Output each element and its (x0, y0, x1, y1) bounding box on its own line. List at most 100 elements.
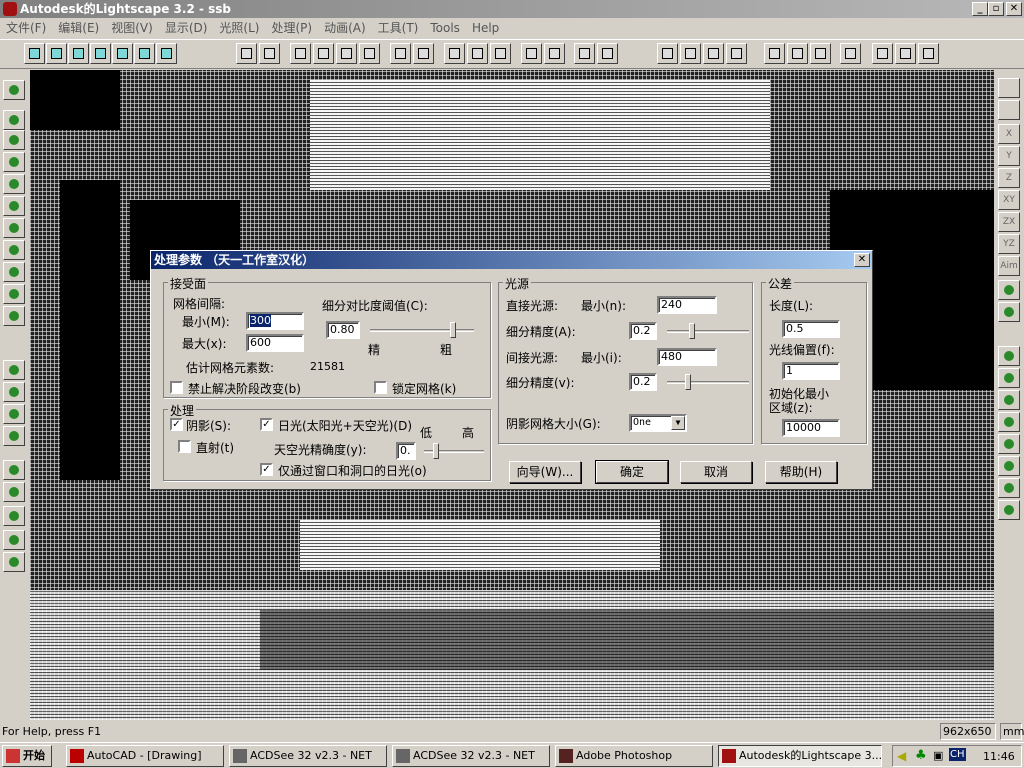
task-lightscape[interactable]: Autodesk的Lightscape 3.... (718, 745, 882, 767)
open-icon[interactable] (24, 43, 45, 64)
disable-solution-change-checkbox[interactable] (170, 381, 183, 394)
axis-aim-button[interactable]: Aim (998, 256, 1020, 276)
right-tool-10-icon[interactable] (998, 500, 1020, 520)
cancel-button[interactable]: 取消 (680, 461, 752, 483)
print-icon[interactable] (872, 43, 893, 64)
shadows-checkbox[interactable]: ✓ (170, 418, 183, 431)
direct-subdivision-input[interactable]: 0.2 (629, 322, 657, 340)
axis-xy-button[interactable]: XY (998, 190, 1020, 210)
right-tool-5-icon[interactable] (998, 390, 1020, 410)
left-tool-2-icon[interactable] (3, 110, 25, 130)
left-tool-15-icon[interactable] (3, 426, 25, 446)
menu-animation[interactable]: 动画(A) (324, 21, 366, 35)
person-icon[interactable] (703, 43, 724, 64)
right-tool-6-icon[interactable] (998, 412, 1020, 432)
run-icon[interactable] (680, 43, 701, 64)
windows-only-daylight-checkbox[interactable]: ✓ (260, 463, 273, 476)
right-tool-8-icon[interactable] (998, 456, 1020, 476)
add-point-icon[interactable] (574, 43, 595, 64)
close-button[interactable]: ✕ (1006, 2, 1022, 16)
ray-offset-input[interactable]: 1 (782, 362, 840, 380)
new-file-icon[interactable] (764, 43, 785, 64)
menu-tools-cn[interactable]: 工具(T) (378, 21, 419, 35)
undo-icon[interactable] (840, 43, 861, 64)
maximize-button[interactable]: ▫ (988, 2, 1004, 16)
left-tool-9-icon[interactable] (3, 262, 25, 282)
right-tool-1-icon[interactable] (998, 280, 1020, 300)
menu-help[interactable]: Help (472, 21, 499, 35)
slider-thumb[interactable] (684, 374, 691, 390)
dropdown-arrow-icon[interactable]: ▼ (671, 416, 685, 430)
volume-icon[interactable]: ◀ (897, 749, 906, 763)
view-front-icon[interactable] (68, 43, 89, 64)
help-icon[interactable] (895, 43, 916, 64)
left-tool-5-icon[interactable] (3, 174, 25, 194)
task-acdsee-2[interactable]: ACDSee 32 v2.3 - NET (392, 745, 550, 767)
minimize-button[interactable]: _ (972, 2, 988, 16)
zoom-window-icon[interactable] (290, 43, 311, 64)
left-tool-19-icon[interactable] (3, 530, 25, 550)
left-tool-14-icon[interactable] (3, 404, 25, 424)
axis-y-button[interactable]: Y (998, 146, 1020, 166)
list-icon[interactable] (521, 43, 542, 64)
right-tool-7-icon[interactable] (998, 434, 1020, 454)
direct-min-input[interactable]: 240 (657, 296, 717, 314)
left-tool-13-icon[interactable] (3, 382, 25, 402)
filter-icon[interactable] (544, 43, 565, 64)
left-tool-4-icon[interactable] (3, 152, 25, 172)
axis-z-button[interactable]: Z (998, 168, 1020, 188)
right-tool-9-icon[interactable] (998, 478, 1020, 498)
point-icon[interactable] (597, 43, 618, 64)
axis-zx-button[interactable]: ZX (998, 212, 1020, 232)
mesh-min-input[interactable]: 300 (246, 312, 304, 330)
network-icon[interactable]: ♣ (915, 748, 927, 763)
light-icon[interactable] (490, 43, 511, 64)
daylight-checkbox[interactable]: ✓ (260, 418, 273, 431)
monitor-icon[interactable]: ▣ (933, 749, 943, 762)
rotate-icon[interactable] (359, 43, 380, 64)
length-input[interactable]: 0.5 (782, 320, 840, 338)
wizard-button[interactable]: 向导(W)... (509, 461, 581, 483)
view-persp-icon[interactable] (156, 43, 177, 64)
material-icon[interactable] (467, 43, 488, 64)
left-tool-18-icon[interactable] (3, 506, 25, 526)
save-icon[interactable] (810, 43, 831, 64)
menu-process[interactable]: 处理(P) (271, 21, 312, 35)
view-solid-icon[interactable] (134, 43, 155, 64)
view-iso-icon[interactable] (112, 43, 133, 64)
start-button[interactable]: 开始 (2, 745, 52, 767)
right-tool-3-icon[interactable] (998, 346, 1020, 366)
axis-yz-button[interactable]: YZ (998, 234, 1020, 254)
mesh-max-input[interactable]: 600 (246, 334, 304, 352)
direct-subdivision-slider[interactable] (667, 323, 749, 339)
zoom-icon[interactable] (313, 43, 334, 64)
task-photoshop[interactable]: Adobe Photoshop (555, 745, 713, 767)
sky-precision-input[interactable]: 0. (396, 442, 416, 460)
contrast-slider[interactable] (370, 322, 474, 338)
view-top-icon[interactable] (46, 43, 67, 64)
walk-icon[interactable] (657, 43, 678, 64)
shadow-grid-select[interactable]: One ▼ (629, 414, 687, 432)
task-acdsee-1[interactable]: ACDSee 32 v2.3 - NET (229, 745, 387, 767)
task-autocad[interactable]: AutoCAD - [Drawing] (66, 745, 224, 767)
left-tool-11-icon[interactable] (3, 306, 25, 326)
surface-icon[interactable] (444, 43, 465, 64)
indirect-subdivision-slider[interactable] (667, 374, 749, 390)
left-tool-10-icon[interactable] (3, 284, 25, 304)
context-help-icon[interactable] (918, 43, 939, 64)
slider-thumb[interactable] (688, 323, 695, 339)
menu-display[interactable]: 显示(D) (165, 21, 208, 35)
dialog-close-button[interactable]: ✕ (854, 253, 870, 267)
direct-checkbox[interactable] (178, 440, 191, 453)
left-tool-12-icon[interactable] (3, 360, 25, 380)
left-tool-1-icon[interactable] (3, 80, 25, 100)
slider-thumb[interactable] (433, 443, 439, 459)
left-tool-8-icon[interactable] (3, 240, 25, 260)
menu-light[interactable]: 光照(L) (219, 21, 259, 35)
ok-button[interactable]: 确定 (595, 460, 669, 484)
rotate-view-icon[interactable] (998, 100, 1020, 120)
menu-tools[interactable]: Tools (430, 21, 460, 35)
slider-thumb[interactable] (450, 322, 457, 338)
contrast-input[interactable]: 0.80 (326, 321, 360, 339)
left-tool-3-icon[interactable] (3, 130, 25, 150)
